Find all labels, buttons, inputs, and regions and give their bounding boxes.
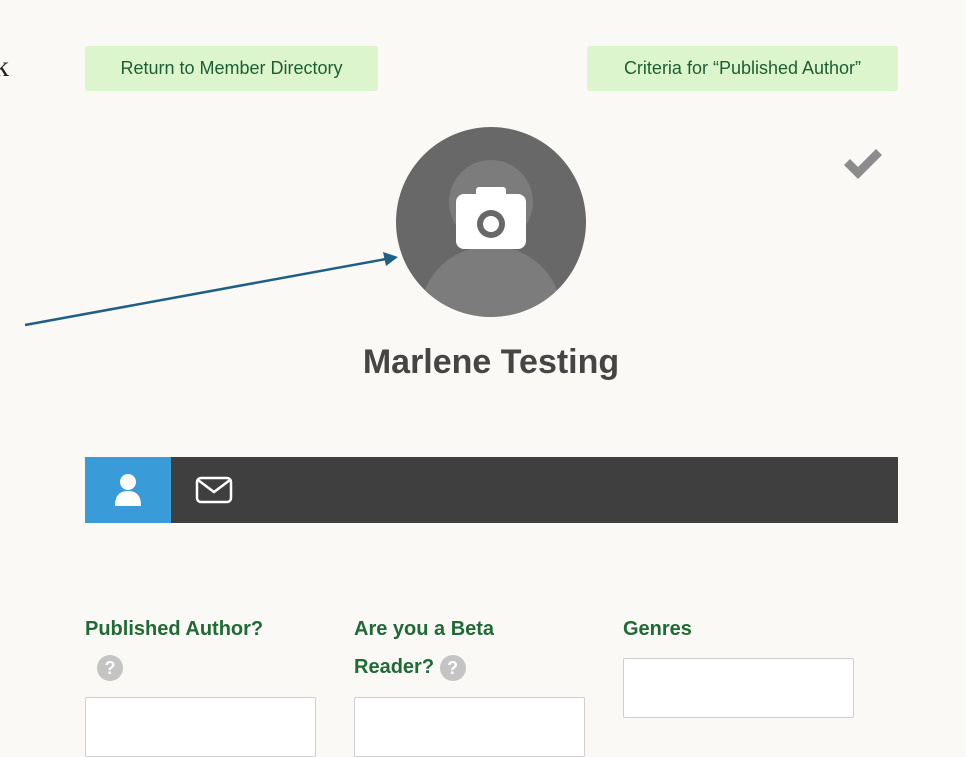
beta-reader-label: Are you a Beta Reader? ? [354, 610, 494, 686]
profile-tab-bar [85, 457, 898, 523]
published-author-field[interactable] [85, 697, 316, 757]
return-to-directory-button[interactable]: Return to Member Directory [85, 46, 378, 91]
published-author-label-text: Published Author? [85, 618, 264, 640]
beta-reader-label-line1: Are you a Beta [354, 618, 495, 640]
help-icon[interactable]: ? [439, 654, 466, 681]
envelope-icon [195, 476, 233, 504]
genres-label: Genres [623, 618, 692, 640]
user-icon [115, 474, 141, 506]
genres-field[interactable] [623, 658, 854, 718]
help-icon[interactable]: ? [97, 654, 123, 681]
published-author-criteria-button[interactable]: Criteria for “Published Author” [587, 46, 898, 91]
tab-profile[interactable] [85, 457, 171, 523]
beta-reader-label-line2: Reader? [354, 656, 435, 678]
avatar[interactable] [396, 127, 586, 317]
page-edge-letter: k [0, 52, 9, 82]
published-author-label: Published Author? ? [85, 610, 263, 686]
checkmark-icon [844, 149, 882, 179]
beta-reader-field[interactable] [354, 697, 585, 757]
camera-icon [456, 187, 526, 249]
tab-messages[interactable] [171, 457, 257, 523]
member-name: Marlene Testing [362, 343, 620, 381]
